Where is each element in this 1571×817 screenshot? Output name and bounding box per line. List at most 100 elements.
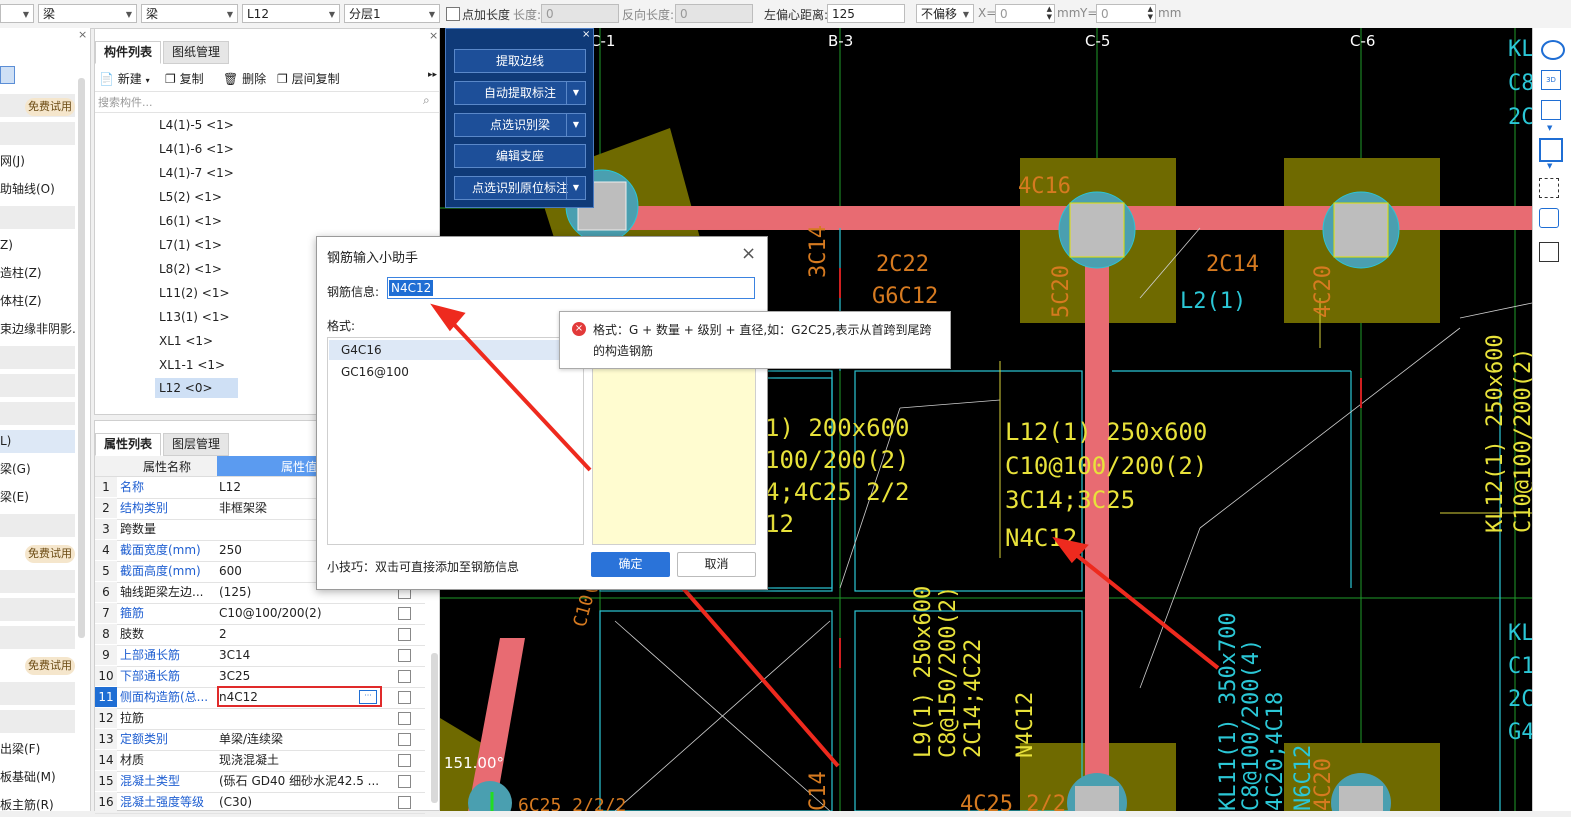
property-value[interactable]: 现浇混凝土 xyxy=(219,750,384,770)
component-item[interactable]: L13(1) <1> xyxy=(155,307,234,327)
pick-recognize-beam-button[interactable]: 点选识别梁 ▼ xyxy=(454,113,586,137)
new-button[interactable]: 📄 新建 ▾ xyxy=(99,70,150,87)
floor-select[interactable]: 分层1 ▼ xyxy=(344,4,440,23)
component-item[interactable]: L8(2) <1> xyxy=(155,259,226,279)
cube-view-icon[interactable] xyxy=(1541,100,1561,120)
rebar-info-input[interactable]: N4C12 xyxy=(387,277,755,299)
chevron-down-icon[interactable]: ▼ xyxy=(566,114,585,136)
floor-copy-button[interactable]: ❐ 层间复制 xyxy=(277,70,340,87)
length-input[interactable]: 0 xyxy=(541,4,619,23)
format-option-selected[interactable]: G4C16 xyxy=(329,340,582,360)
component-item[interactable]: XL1-1 <1> xyxy=(155,355,229,375)
trial-badge[interactable]: 免费试用 xyxy=(25,98,75,116)
3d-view-icon[interactable]: 3D xyxy=(1541,70,1561,90)
orbit-icon[interactable] xyxy=(1541,40,1565,60)
property-view-icon[interactable] xyxy=(1539,242,1559,262)
component-item-selected[interactable]: L12 <0> xyxy=(155,378,238,398)
box-view-icon[interactable] xyxy=(1539,138,1563,162)
property-value[interactable]: 3C14 xyxy=(219,645,384,665)
component-item[interactable]: L11(2) <1> xyxy=(155,283,234,303)
property-checkbox[interactable] xyxy=(398,712,411,725)
nav-item[interactable] xyxy=(0,122,75,145)
property-row[interactable]: 8 肢数 2 xyxy=(95,624,425,646)
nav-item-edge-member[interactable]: 束边缘非阴影... xyxy=(0,318,75,341)
tab-drawing-management[interactable]: 图纸管理 xyxy=(163,41,230,64)
property-row[interactable]: 10 下部通长筋 3C25 xyxy=(95,666,425,688)
property-value[interactable]: 2 xyxy=(219,624,384,644)
close-icon[interactable]: × xyxy=(429,29,438,42)
delete-button[interactable]: 🗑 删除 xyxy=(223,70,266,87)
x-input[interactable]: 0 ▲ ▼ xyxy=(995,4,1055,23)
close-icon[interactable]: × xyxy=(741,243,756,264)
nav-item[interactable] xyxy=(0,514,75,537)
property-checkbox[interactable] xyxy=(398,796,411,809)
property-value[interactable]: (C30) xyxy=(219,792,384,812)
trial-badge[interactable]: 免费试用 xyxy=(25,657,75,675)
spinner-icon[interactable]: ▲ ▼ xyxy=(1047,5,1052,21)
component-item[interactable]: L5(2) <1> xyxy=(155,187,226,207)
layer-select[interactable]: ▼ xyxy=(0,4,34,23)
edit-support-button[interactable]: 编辑支座 xyxy=(454,144,586,168)
fullscreen-icon[interactable] xyxy=(1539,178,1559,198)
ok-button[interactable]: 确定 xyxy=(591,552,670,577)
spinner-icon[interactable]: ▲ ▼ xyxy=(1148,5,1153,21)
trial-badge[interactable]: 免费试用 xyxy=(25,545,75,563)
pick-recognize-in-situ-button[interactable]: 点选识别原位标注 ▼ xyxy=(454,176,586,200)
property-value[interactable]: 3C25 xyxy=(219,666,384,686)
property-value[interactable]: (砾石 GD40 细砂水泥42.5 ... xyxy=(219,771,384,791)
property-row[interactable]: 12 拉筋 xyxy=(95,708,425,730)
property-value[interactable]: C10@100/200(2) xyxy=(219,603,384,623)
property-checkbox[interactable] xyxy=(398,670,411,683)
property-checkbox[interactable] xyxy=(398,733,411,746)
list-view-icon[interactable] xyxy=(0,66,15,84)
component-item[interactable]: XL1 <1> xyxy=(155,331,217,351)
close-icon[interactable]: × xyxy=(78,28,87,41)
component-view-icon[interactable] xyxy=(1539,208,1559,228)
nav-item-raft-foundation[interactable]: 板基础(M) xyxy=(0,766,75,789)
tab-component-list[interactable]: 构件列表 xyxy=(95,41,162,64)
component-item[interactable]: L7(1) <1> xyxy=(155,235,226,255)
nav-item-slab-main-rebar[interactable]: 板主筋(R) xyxy=(0,794,75,817)
chevron-down-icon[interactable]: ▼ xyxy=(566,82,585,104)
property-row[interactable]: 7 箍筋 C10@100/200(2) xyxy=(95,603,425,625)
chevron-down-icon[interactable]: ▼ xyxy=(1547,124,1552,132)
component-item[interactable]: L4(1)-7 <1> xyxy=(155,163,238,183)
nav-item-constructional-column[interactable]: 造柱(Z) xyxy=(0,262,75,285)
property-scrollbar[interactable] xyxy=(431,653,438,803)
left-offset-input[interactable]: 125 xyxy=(827,4,905,23)
copy-button[interactable]: ❐ 复制 xyxy=(165,70,204,87)
property-checkbox[interactable] xyxy=(398,628,411,641)
nav-item-cantilever-beam[interactable]: 出梁(F) xyxy=(0,738,75,761)
nav-item[interactable] xyxy=(0,598,75,621)
search-input[interactable]: 搜索构件... xyxy=(98,94,153,110)
category-select[interactable]: 梁 ▼ xyxy=(38,4,137,23)
property-checkbox[interactable] xyxy=(398,691,411,704)
nav-item[interactable] xyxy=(0,402,75,425)
nav-item-column[interactable]: Z) xyxy=(0,234,75,257)
chevron-down-icon[interactable]: ▼ xyxy=(1547,162,1552,170)
close-icon[interactable]: × xyxy=(582,29,590,40)
auto-extract-label-button[interactable]: 自动提取标注 ▼ xyxy=(454,81,586,105)
property-checkbox[interactable] xyxy=(398,649,411,662)
nav-item[interactable] xyxy=(0,206,75,229)
format-option[interactable]: GC16@100 xyxy=(329,362,582,382)
property-row[interactable]: 9 上部通长筋 3C14 xyxy=(95,645,425,667)
extract-edge-button[interactable]: 提取边线 xyxy=(454,49,586,73)
search-icon[interactable]: ⌕ xyxy=(423,93,430,108)
property-row[interactable]: 13 定额类别 单梁/连续梁 xyxy=(95,729,425,751)
nav-item[interactable] xyxy=(0,374,75,397)
property-checkbox[interactable] xyxy=(398,607,411,620)
nav-item[interactable] xyxy=(0,626,75,649)
property-checkbox[interactable] xyxy=(398,775,411,788)
nav-item-beam[interactable]: L) xyxy=(0,430,75,453)
nav-item-aux-axis[interactable]: 助轴线(O) xyxy=(0,178,75,201)
nav-item-ring-beam[interactable]: 梁(G) xyxy=(0,458,75,481)
nav-item-grid[interactable]: 网(J) xyxy=(0,150,75,173)
component-item[interactable]: L6(1) <1> xyxy=(155,211,226,231)
property-value[interactable]: 单梁/连续梁 xyxy=(219,729,384,749)
property-checkbox[interactable] xyxy=(398,754,411,767)
tab-property-list[interactable]: 属性列表 xyxy=(95,433,162,456)
chevron-down-icon[interactable]: ▼ xyxy=(566,177,585,199)
type-select[interactable]: 梁 ▼ xyxy=(141,4,238,23)
component-item[interactable]: L4(1)-5 <1> xyxy=(155,115,238,135)
